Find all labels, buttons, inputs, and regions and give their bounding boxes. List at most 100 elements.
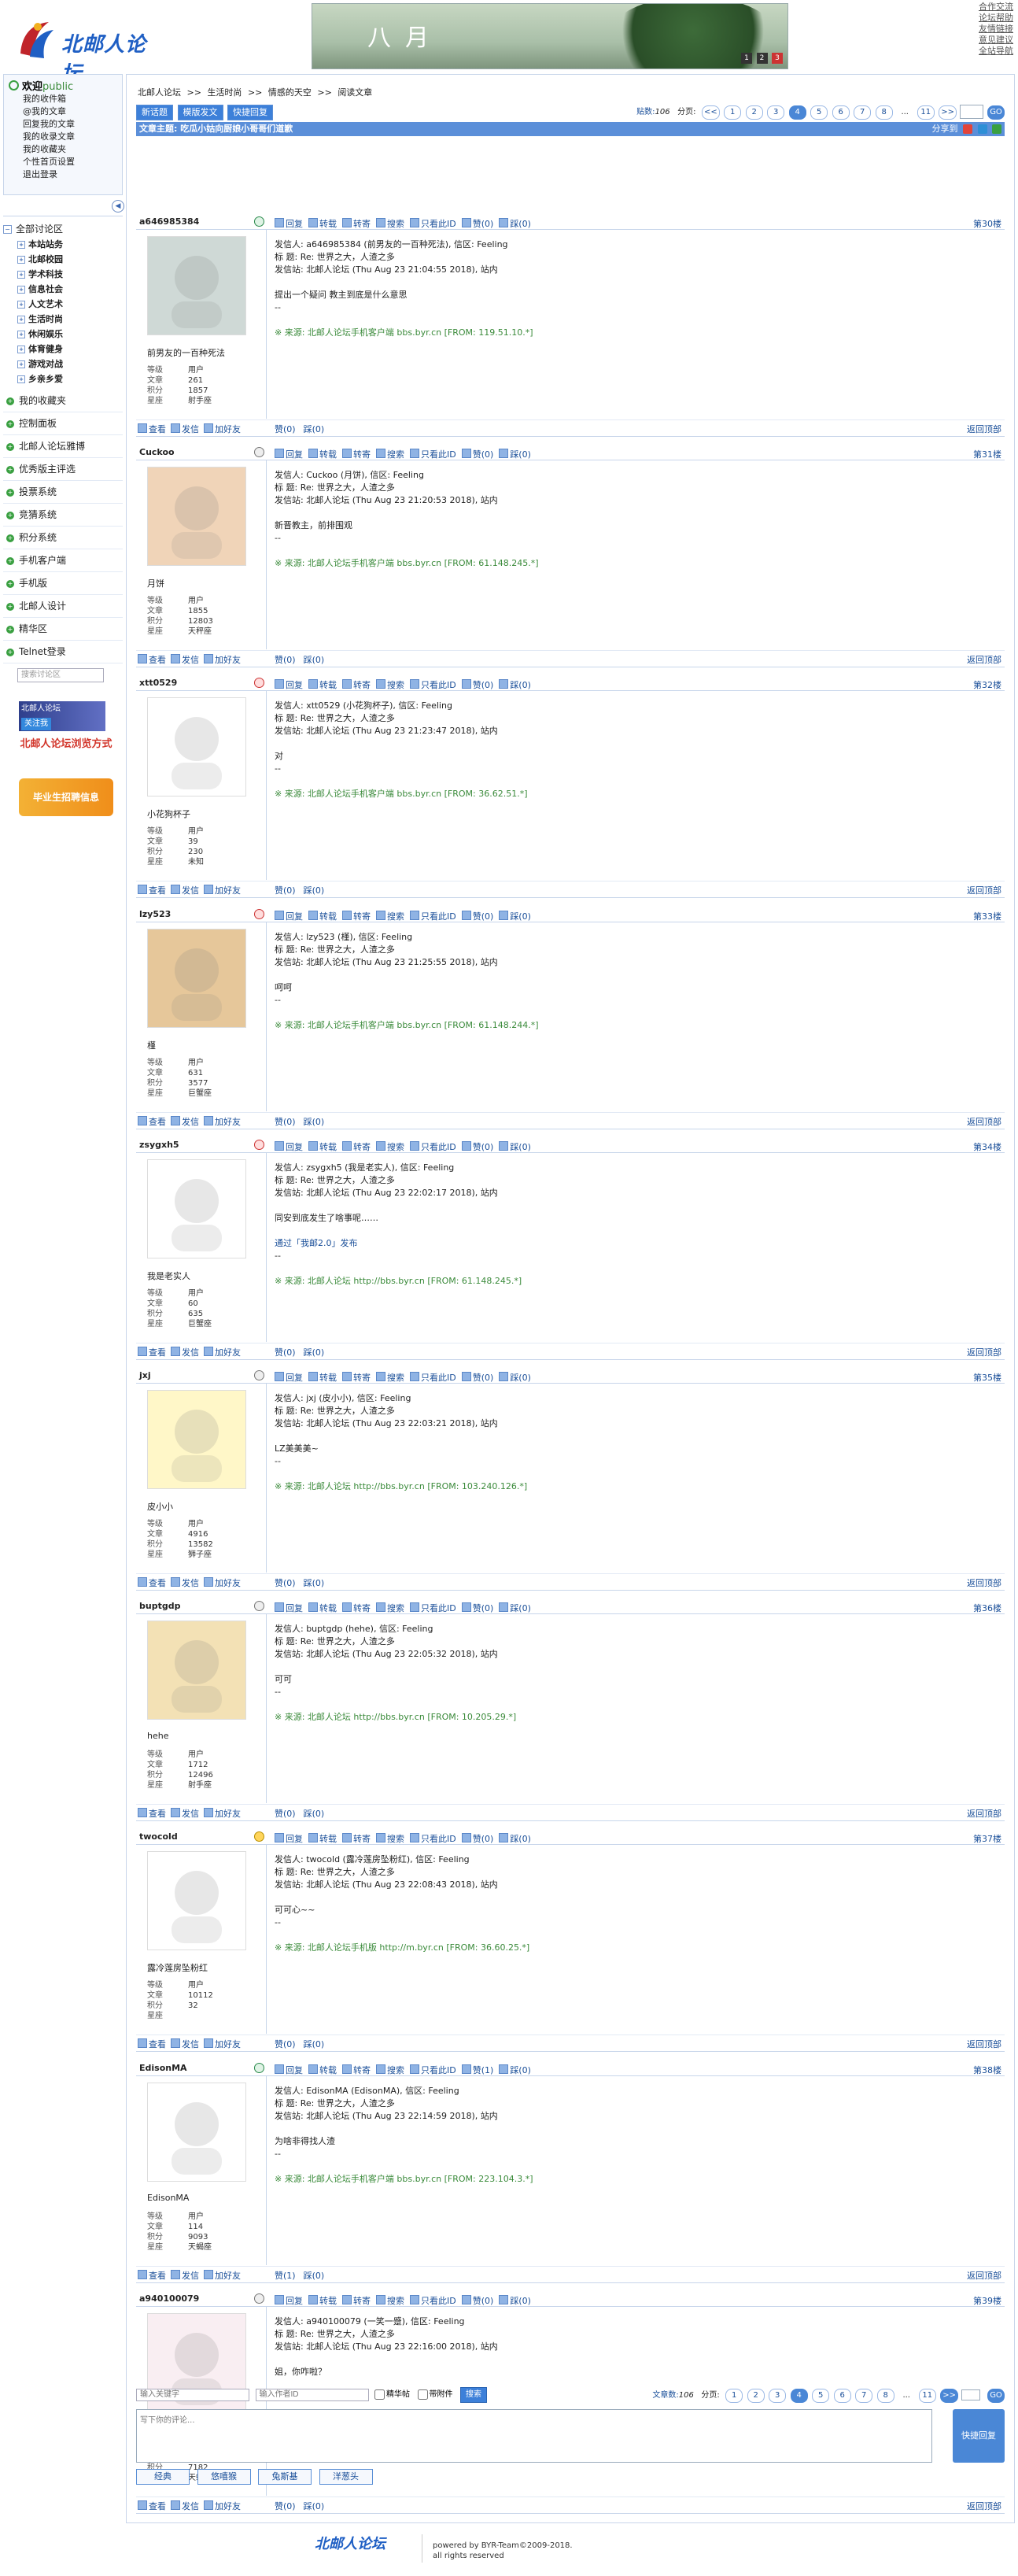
footer-like-action[interactable]: 赞(0) xyxy=(275,2039,296,2049)
page-link[interactable]: 7 xyxy=(854,105,872,120)
avatar[interactable] xyxy=(147,1851,246,1951)
post-like-action[interactable]: 赞(1) xyxy=(461,2064,493,2075)
user-message-action[interactable]: 发信 xyxy=(171,2500,199,2511)
back-to-top-link[interactable]: 返回顶部 xyxy=(967,2038,1001,2050)
menu-item[interactable]: + 我的收藏夹 xyxy=(3,390,123,412)
post-dislike-action[interactable]: 踩(0) xyxy=(499,218,531,229)
user-view-action[interactable]: 查看 xyxy=(138,1115,166,1127)
post-floor[interactable]: 第32楼 xyxy=(973,678,1001,691)
post-forward-action[interactable]: 转寄 xyxy=(342,449,371,460)
post-dislike-action[interactable]: 踩(0) xyxy=(499,1372,531,1383)
menu-item[interactable]: + 北邮人论坛雅博 xyxy=(3,435,123,458)
post-username[interactable]: xtt0529 xyxy=(139,678,177,688)
post-like-action[interactable]: 赞(0) xyxy=(461,910,493,922)
board-item[interactable]: + 乡亲乡爱 xyxy=(3,371,123,386)
user-message-action[interactable]: 发信 xyxy=(171,1115,199,1127)
post-dislike-action[interactable]: 踩(0) xyxy=(499,1140,531,1152)
user-add-friend-action[interactable]: 加好友 xyxy=(204,1808,241,1819)
post-forward-action[interactable]: 转寄 xyxy=(342,218,371,229)
post-dislike-action[interactable]: 踩(0) xyxy=(499,1602,531,1613)
crumb-board[interactable]: 情感的天空 xyxy=(268,87,312,98)
post-only-this-id-action[interactable]: 只看此ID xyxy=(410,910,456,922)
board-item[interactable]: + 休闲娱乐 xyxy=(3,327,123,342)
board-item[interactable]: + 体育健身 xyxy=(3,342,123,357)
post-forward-action[interactable]: 转寄 xyxy=(342,1833,371,1844)
link-at-me[interactable]: @我的文章 xyxy=(9,105,117,118)
top-link-sitenav[interactable]: 全站导航 xyxy=(979,46,1013,57)
menu-item[interactable]: + Telnet登录 xyxy=(3,641,123,663)
post-only-this-id-action[interactable]: 只看此ID xyxy=(410,2064,456,2075)
post-floor[interactable]: 第39楼 xyxy=(973,2294,1001,2307)
post-like-action[interactable]: 赞(0) xyxy=(461,218,493,229)
post-search-action[interactable]: 搜索 xyxy=(376,2294,404,2306)
post-search-action[interactable]: 搜索 xyxy=(376,1833,404,1844)
menu-item[interactable]: + 控制面板 xyxy=(3,412,123,435)
promo-wechat[interactable]: 北邮人论坛 关注我 xyxy=(19,701,105,731)
quick-reply-submit-button[interactable]: 快捷回复 xyxy=(953,2409,1005,2463)
link-logout[interactable]: 退出登录 xyxy=(9,168,117,181)
promo-browse[interactable]: 北邮人论坛浏览方式 xyxy=(19,737,113,772)
post-repost-action[interactable]: 转载 xyxy=(308,218,337,229)
footer-dislike-action[interactable]: 踩(0) xyxy=(304,1347,325,1358)
template-post-button[interactable]: 模版发文 xyxy=(177,105,223,120)
footer-dislike-action[interactable]: 踩(0) xyxy=(304,2271,325,2281)
post-repost-action[interactable]: 转载 xyxy=(308,2064,337,2075)
page-link-current[interactable]: 4 xyxy=(790,2389,808,2403)
post-reply-action[interactable]: 回复 xyxy=(275,2064,303,2075)
post-repost-action[interactable]: 转载 xyxy=(308,910,337,922)
avatar[interactable] xyxy=(147,1159,246,1258)
post-like-action[interactable]: 赞(0) xyxy=(461,1372,493,1383)
menu-item[interactable]: + 投票系统 xyxy=(3,481,123,504)
post-reply-action[interactable]: 回复 xyxy=(275,910,303,922)
post-reply-action[interactable]: 回复 xyxy=(275,2294,303,2306)
menu-item[interactable]: + 手机版 xyxy=(3,572,123,595)
user-add-friend-action[interactable]: 加好友 xyxy=(204,1115,241,1127)
board-item[interactable]: + 学术科技 xyxy=(3,267,123,282)
user-message-action[interactable]: 发信 xyxy=(171,2038,199,2049)
footer-like-action[interactable]: 赞(0) xyxy=(275,1578,296,1588)
post-forward-action[interactable]: 转寄 xyxy=(342,910,371,922)
post-forward-action[interactable]: 转寄 xyxy=(342,1140,371,1152)
footer-dislike-action[interactable]: 踩(0) xyxy=(304,424,325,434)
back-to-top-link[interactable]: 返回顶部 xyxy=(967,653,1001,666)
site-logo[interactable]: 北邮人论坛 xyxy=(14,14,159,86)
post-search-action[interactable]: 搜索 xyxy=(376,1602,404,1613)
reply-textarea[interactable] xyxy=(136,2409,932,2463)
footer-dislike-action[interactable]: 踩(0) xyxy=(304,1578,325,1588)
page-go-button[interactable]: GO xyxy=(987,2389,1005,2403)
post-like-action[interactable]: 赞(0) xyxy=(461,2294,493,2306)
page-link[interactable]: 2 xyxy=(747,2389,765,2403)
post-reply-action[interactable]: 回复 xyxy=(275,1140,303,1152)
page-link[interactable]: 3 xyxy=(769,2389,787,2403)
new-topic-button[interactable]: 新话题 xyxy=(136,105,173,120)
post-forward-action[interactable]: 转寄 xyxy=(342,2294,371,2306)
page-link[interactable]: 11 xyxy=(917,105,935,120)
footer-dislike-action[interactable]: 踩(0) xyxy=(304,1117,325,1127)
menu-item[interactable]: + 竞猜系统 xyxy=(3,504,123,527)
post-dislike-action[interactable]: 踩(0) xyxy=(499,449,531,460)
user-add-friend-action[interactable]: 加好友 xyxy=(204,1346,241,1358)
banner-page[interactable]: 2 xyxy=(756,53,768,64)
user-add-friend-action[interactable]: 加好友 xyxy=(204,654,241,665)
digest-checkbox[interactable]: 精华帖 xyxy=(374,2389,410,2400)
welcome-user[interactable]: public xyxy=(42,81,73,93)
post-like-action[interactable]: 赞(0) xyxy=(461,679,493,690)
crumb-section[interactable]: 生活时尚 xyxy=(207,87,242,98)
post-reply-action[interactable]: 回复 xyxy=(275,1602,303,1613)
post-username[interactable]: Cuckoo xyxy=(139,447,175,457)
post-search-action[interactable]: 搜索 xyxy=(376,449,404,460)
user-message-action[interactable]: 发信 xyxy=(171,1346,199,1358)
post-forward-action[interactable]: 转寄 xyxy=(342,679,371,690)
user-view-action[interactable]: 查看 xyxy=(138,423,166,434)
post-search-action[interactable]: 搜索 xyxy=(376,679,404,690)
avatar[interactable] xyxy=(147,467,246,567)
post-only-this-id-action[interactable]: 只看此ID xyxy=(410,449,456,460)
back-to-top-link[interactable]: 返回顶部 xyxy=(967,1115,1001,1128)
board-item[interactable]: + 人文艺术 xyxy=(3,297,123,312)
back-to-top-link[interactable]: 返回顶部 xyxy=(967,1576,1001,1589)
link-replies[interactable]: 回复我的文章 xyxy=(9,118,117,131)
post-dislike-action[interactable]: 踩(0) xyxy=(499,1833,531,1844)
board-item[interactable]: + 本站站务 xyxy=(3,237,123,252)
board-search-input[interactable]: 搜索讨论区 xyxy=(17,668,104,682)
footer-dislike-action[interactable]: 踩(0) xyxy=(304,655,325,665)
